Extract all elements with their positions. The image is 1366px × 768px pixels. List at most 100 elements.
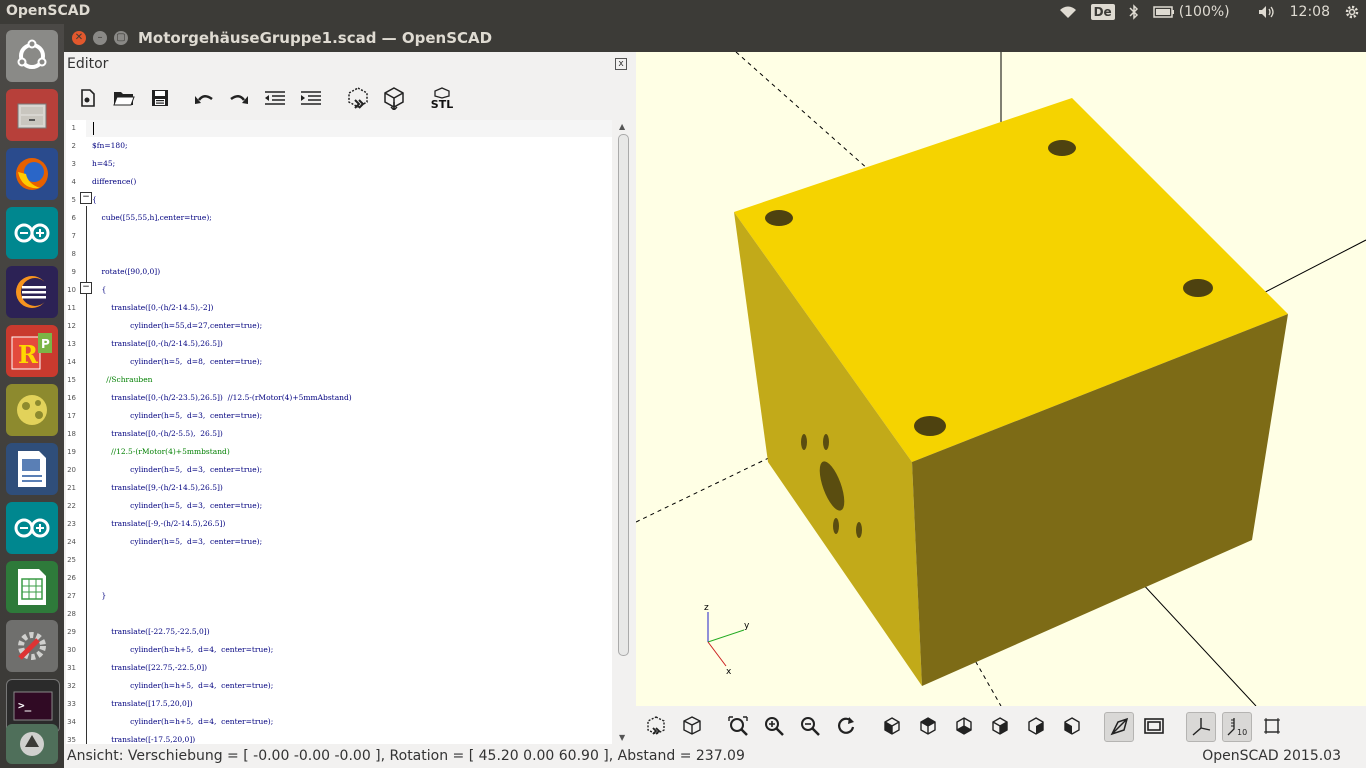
view-bottom-icon[interactable] <box>950 712 978 740</box>
view-left-icon[interactable] <box>986 712 1014 740</box>
zoom-in-icon[interactable] <box>760 712 788 740</box>
code-line[interactable]: cube([55,55,h],center=true); <box>92 213 212 222</box>
reset-view-icon[interactable] <box>832 712 860 740</box>
unindent-icon[interactable] <box>261 84 289 112</box>
rubymine-icon[interactable]: RP <box>6 325 58 377</box>
indent-icon[interactable] <box>297 84 325 112</box>
libreoffice-impress-icon[interactable] <box>6 443 58 495</box>
code-line[interactable]: translate([-9,-(h/2-14.5),26.5]) <box>92 519 225 528</box>
show-axes-icon[interactable] <box>1186 712 1216 742</box>
line-number: 10 <box>67 286 76 294</box>
arduino-icon-2[interactable] <box>6 502 58 554</box>
open-file-icon[interactable] <box>110 84 138 112</box>
view-top-icon[interactable] <box>914 712 942 740</box>
code-line[interactable]: translate([0,-(h/2-23.5),26.5]) //12.5-(… <box>92 393 352 402</box>
files-icon[interactable] <box>6 89 58 141</box>
scroll-down-arrow[interactable]: ▼ <box>619 733 625 742</box>
code-line[interactable]: translate([0,-(h/2-14.5),-2]) <box>92 303 213 312</box>
keyboard-layout-indicator[interactable]: De <box>1090 4 1115 20</box>
code-line[interactable]: { <box>92 285 107 294</box>
code-line[interactable]: rotate([90,0,0]) <box>92 267 161 276</box>
export-stl-icon[interactable]: STL <box>428 84 456 112</box>
view-right-icon[interactable] <box>878 712 906 740</box>
new-file-icon[interactable] <box>74 84 102 112</box>
code-line[interactable]: cylinder(h=5, d=3, center=true); <box>92 465 262 474</box>
bluetooth-icon[interactable] <box>1129 4 1139 20</box>
save-file-icon[interactable] <box>146 84 174 112</box>
stl-label: STL <box>430 97 454 111</box>
line-number: 5 <box>71 196 76 204</box>
fold-marker[interactable]: − <box>80 282 92 294</box>
code-editor[interactable]: 1 2 3 4 5 6 7 8 9 10 11 12 13 14 15 16 17 18 19 20 21 22 23 24 2… <box>66 120 612 744</box>
system-settings-icon[interactable] <box>6 620 58 672</box>
code-line[interactable]: cylinder(h=h+5, d=4, center=true); <box>92 645 273 654</box>
arduino-icon[interactable] <box>6 207 58 259</box>
editor-title: Editor <box>67 56 109 72</box>
code-line[interactable]: translate([-22.75,-22.5,0]) <box>92 627 210 636</box>
code-line[interactable]: cylinder(h=55,d=27,center=true); <box>92 321 262 330</box>
preview-icon[interactable] <box>642 712 670 740</box>
orthogonal-icon[interactable] <box>1140 712 1168 740</box>
svg-text:>_: >_ <box>18 699 32 712</box>
maximize-window-button[interactable]: ▢ <box>114 31 128 45</box>
redo-icon[interactable] <box>225 84 253 112</box>
render-icon[interactable] <box>380 84 408 112</box>
render-icon[interactable] <box>678 712 706 740</box>
code-line[interactable]: cylinder(h=5, d=3, center=true); <box>92 411 262 420</box>
libreoffice-calc-icon[interactable] <box>6 561 58 613</box>
code-line[interactable]: translate([0,-(h/2-14.5),26.5]) <box>92 339 223 348</box>
scrollbar-thumb[interactable] <box>618 134 629 656</box>
eclipse-icon[interactable] <box>6 266 58 318</box>
code-line[interactable]: cylinder(h=h+5, d=4, center=true); <box>92 681 273 690</box>
close-window-button[interactable]: ✕ <box>72 31 86 45</box>
editor-scrollbar[interactable]: ▲ ▼ <box>616 120 630 744</box>
code-line[interactable]: translate([22.75,-22.5,0]) <box>92 663 207 672</box>
code-line[interactable]: translate([17.5,20,0]) <box>92 699 193 708</box>
code-line[interactable]: cylinder(h=5, d=3, center=true); <box>92 501 262 510</box>
code-line[interactable]: translate([9,-(h/2-14.5),26.5]) <box>92 483 223 492</box>
software-updater-icon[interactable] <box>6 724 58 764</box>
model-render: z y x <box>636 52 1366 706</box>
undo-icon[interactable] <box>190 84 218 112</box>
editor-close-button[interactable]: x <box>615 58 627 70</box>
zoom-out-icon[interactable] <box>796 712 824 740</box>
view-front-icon[interactable] <box>1022 712 1050 740</box>
line-number: 17 <box>67 412 76 420</box>
line-number: 32 <box>67 682 76 690</box>
code-line[interactable]: h=45; <box>92 159 115 168</box>
hole <box>914 416 946 436</box>
code-line[interactable]: } <box>92 591 107 600</box>
minimize-window-button[interactable]: – <box>93 31 107 45</box>
battery-icon <box>1152 6 1174 18</box>
preview-icon[interactable] <box>344 84 372 112</box>
code-line[interactable]: translate([0,-(h/2-5.5), 26.5]) <box>92 429 223 438</box>
text-caret <box>93 122 94 135</box>
code-line[interactable]: translate([-17.5,20,0]) <box>92 735 195 744</box>
settings-gear-icon[interactable] <box>1344 4 1360 20</box>
code-line[interactable]: cylinder(h=5, d=3, center=true); <box>92 537 262 546</box>
3d-viewport[interactable]: z y x <box>636 52 1366 706</box>
show-scale-icon[interactable]: 10 <box>1222 712 1252 742</box>
scroll-up-arrow[interactable]: ▲ <box>619 122 625 131</box>
top-panel: OpenSCAD De (100%) 12:08 <box>0 0 1366 24</box>
perspective-icon[interactable] <box>1104 712 1134 742</box>
view-all-icon[interactable] <box>724 712 752 740</box>
view-back-icon[interactable] <box>1058 712 1086 740</box>
code-line[interactable]: cylinder(h=h+5, d=4, center=true); <box>92 717 273 726</box>
volume-icon[interactable] <box>1258 5 1276 19</box>
fold-marker[interactable]: − <box>80 192 92 204</box>
firefox-icon[interactable] <box>6 148 58 200</box>
wifi-icon[interactable] <box>1059 5 1077 19</box>
code-line[interactable]: //12.5-(rMotor(4)+5mmbstand) <box>92 447 230 456</box>
code-line[interactable]: cylinder(h=5, d=8, center=true); <box>92 357 262 366</box>
clock[interactable]: 12:08 <box>1290 4 1330 20</box>
openscad-icon[interactable] <box>6 384 58 436</box>
ubuntu-dash-icon[interactable] <box>6 30 58 82</box>
code-line[interactable]: //Schrauben <box>92 375 152 384</box>
code-line[interactable]: { <box>92 195 97 204</box>
code-line[interactable]: difference() <box>92 177 136 186</box>
show-edges-icon[interactable] <box>1258 712 1286 740</box>
axis-label-z: z <box>704 603 709 613</box>
code-line[interactable]: $fn=180; <box>92 141 128 150</box>
battery-indicator[interactable]: (100%) <box>1152 4 1244 20</box>
